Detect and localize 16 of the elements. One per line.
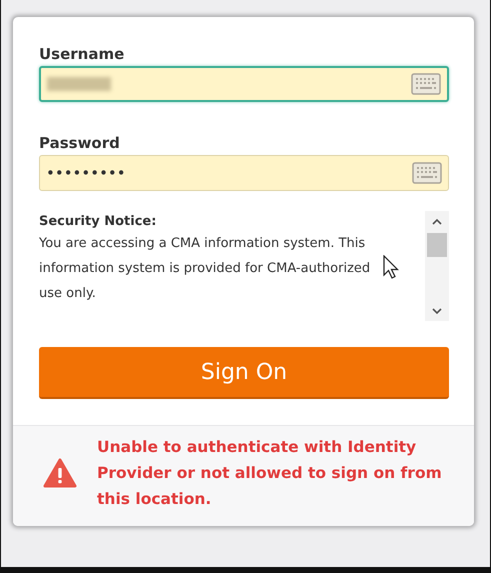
password-field[interactable]: ••••••••• xyxy=(39,155,449,191)
scroll-thumb[interactable] xyxy=(427,233,447,257)
cursor-icon xyxy=(383,255,399,281)
notice-title: Security Notice: xyxy=(39,213,158,231)
scroll-up-icon[interactable] xyxy=(432,218,442,225)
error-message: Unable to authenticate with Identity Provider or not allowed to sign on from this location. xyxy=(97,437,443,510)
notice-text: You are accessing a CMA information system. This information system is provided for CMA-authorized use only. xyxy=(39,235,371,303)
keyboard-icon[interactable] xyxy=(412,162,442,184)
keyboard-icon[interactable] xyxy=(411,73,441,95)
username-label: Username xyxy=(39,45,126,63)
warning-icon xyxy=(43,458,77,488)
redaction-mark xyxy=(47,77,111,91)
password-label: Password xyxy=(39,134,121,152)
scrollbar[interactable] xyxy=(425,211,449,321)
scroll-down-icon[interactable] xyxy=(432,308,442,315)
username-field[interactable] xyxy=(39,66,449,102)
